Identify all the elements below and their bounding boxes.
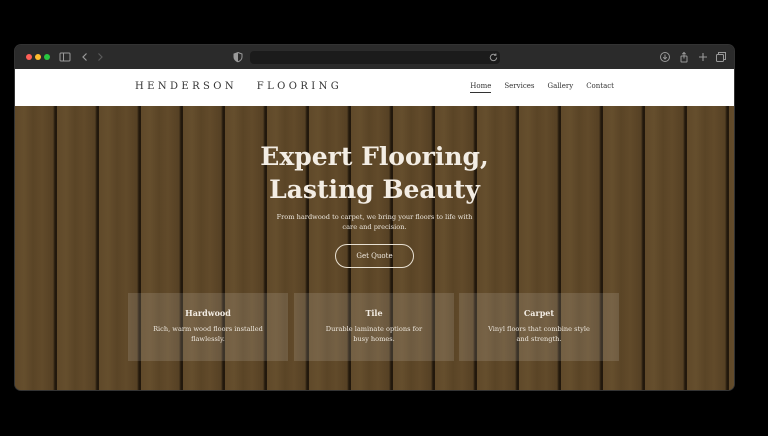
brand-logo[interactable]: HENDERSON FLOORING <box>135 81 342 92</box>
service-card-hardwood[interactable]: Hardwood Rich, warm wood floors installe… <box>128 293 288 361</box>
nav-link-contact[interactable]: Contact <box>586 82 614 93</box>
shield-icon[interactable] <box>232 51 244 63</box>
get-quote-button[interactable]: Get Quote <box>335 244 414 268</box>
close-window-button[interactable] <box>26 54 32 60</box>
minimize-window-button[interactable] <box>35 54 41 60</box>
browser-toolbar <box>15 45 734 70</box>
hero-section: Expert Flooring, Lasting Beauty From har… <box>15 106 734 390</box>
back-icon[interactable] <box>79 51 91 63</box>
hero-title-line-2: Lasting Beauty <box>269 175 480 204</box>
site-header: HENDERSON FLOORING Home Services Gallery… <box>15 69 734 106</box>
address-bar[interactable] <box>250 51 500 64</box>
forward-icon[interactable] <box>94 51 106 63</box>
reload-icon[interactable] <box>488 52 499 63</box>
tabs-icon[interactable] <box>715 51 727 63</box>
service-card-carpet[interactable]: Carpet Vinyl floors that combine style a… <box>459 293 619 361</box>
card-title: Hardwood <box>185 308 231 318</box>
card-title: Carpet <box>523 308 555 318</box>
card-title: Tile <box>365 308 383 318</box>
hero-subtitle: From hardwood to carpet, we bring your f… <box>276 213 473 231</box>
card-text: Rich, warm wood floors installed flawles… <box>153 325 263 343</box>
card-text: Durable laminate options for busy homes. <box>325 325 423 343</box>
card-text: Vinyl floors that combine style and stre… <box>488 325 590 343</box>
nav-link-home[interactable]: Home <box>470 82 492 93</box>
service-card-tile[interactable]: Tile Durable laminate options for busy h… <box>294 293 454 361</box>
browser-window: HENDERSON FLOORING Home Services Gallery… <box>15 45 734 390</box>
hero-title: Expert Flooring, Lasting Beauty <box>15 140 734 206</box>
plus-icon[interactable] <box>697 51 709 63</box>
hero-title-line-1: Expert Flooring, <box>260 142 489 171</box>
share-icon[interactable] <box>678 51 690 63</box>
main-nav: Home Services Gallery Contact <box>470 82 614 93</box>
download-icon[interactable] <box>659 51 671 63</box>
sidebar-icon[interactable] <box>59 51 71 63</box>
zoom-window-button[interactable] <box>44 54 50 60</box>
nav-link-services[interactable]: Services <box>504 82 534 93</box>
nav-link-gallery[interactable]: Gallery <box>548 82 574 93</box>
